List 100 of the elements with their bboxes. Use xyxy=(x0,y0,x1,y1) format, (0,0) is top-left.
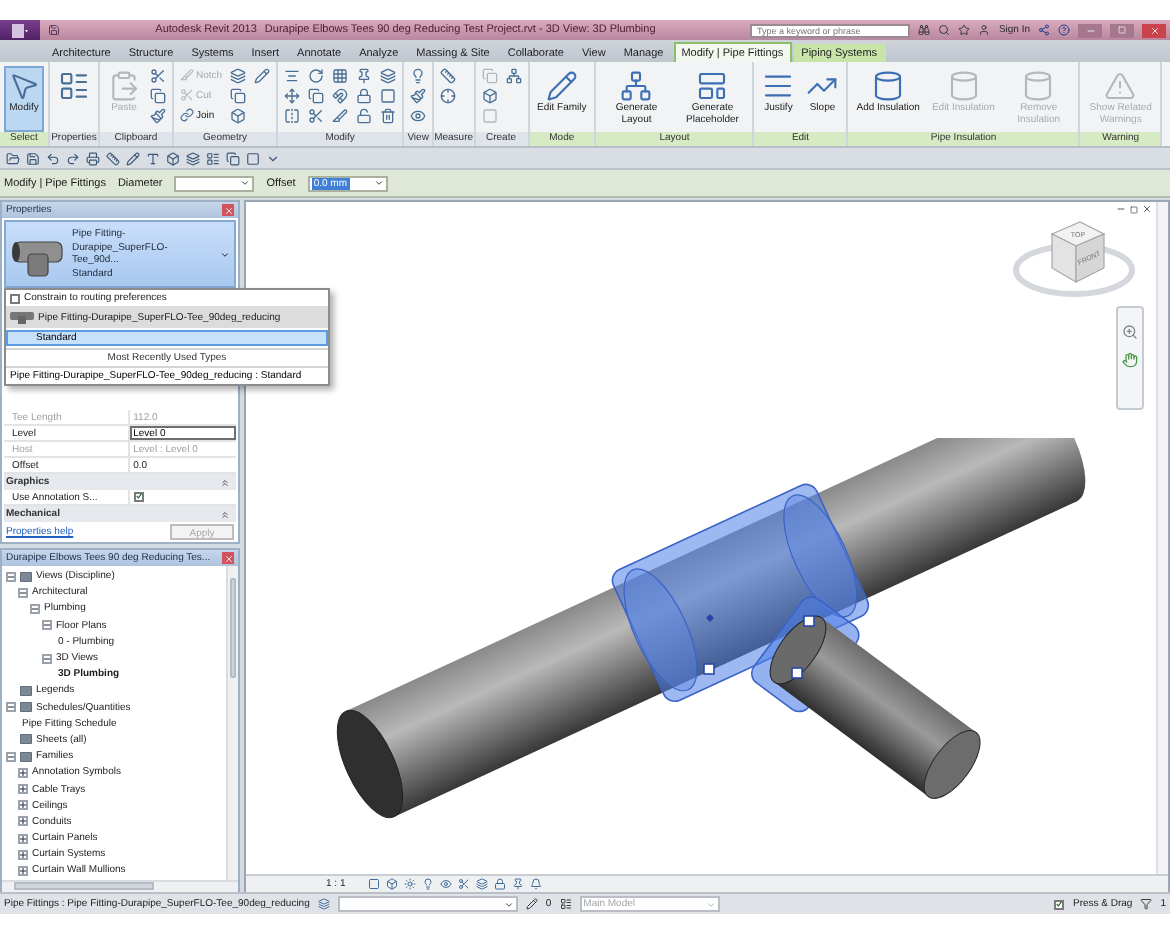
lightbulb-icon[interactable] xyxy=(408,66,429,84)
share-icon[interactable] xyxy=(1038,24,1051,36)
magnet-icon[interactable] xyxy=(330,86,351,104)
hand-icon[interactable] xyxy=(1122,352,1138,368)
sun-icon[interactable] xyxy=(403,877,416,890)
pencil-icon[interactable] xyxy=(525,898,538,910)
align-icon[interactable] xyxy=(282,66,303,84)
scissors-icon[interactable] xyxy=(148,66,168,84)
save-icon[interactable] xyxy=(48,24,60,36)
ruler-icon[interactable] xyxy=(438,66,459,84)
navigation-bar[interactable] xyxy=(1116,306,1144,410)
undo-icon[interactable] xyxy=(46,151,60,165)
mirror-icon[interactable] xyxy=(282,106,303,124)
restore-icon[interactable] xyxy=(1130,204,1138,214)
caret-icon xyxy=(373,178,384,188)
expand-toggle[interactable] xyxy=(18,833,28,844)
collapse-toggle[interactable] xyxy=(42,620,52,631)
cube-icon[interactable] xyxy=(479,86,500,104)
lock-icon[interactable] xyxy=(493,877,506,890)
move-icon[interactable] xyxy=(282,86,303,104)
link-icon xyxy=(180,108,194,122)
eye-icon[interactable] xyxy=(408,106,429,124)
copy-icon[interactable] xyxy=(226,151,240,165)
scrollbar[interactable] xyxy=(2,879,238,892)
square-icon[interactable] xyxy=(246,151,260,165)
lock-icon[interactable] xyxy=(354,86,375,104)
save-icon[interactable] xyxy=(26,151,40,165)
help-icon[interactable] xyxy=(1058,24,1071,36)
expand-toggle[interactable] xyxy=(18,800,28,811)
caret-icon[interactable] xyxy=(266,151,280,165)
properties-icon[interactable] xyxy=(206,151,220,165)
print-icon[interactable] xyxy=(86,151,100,165)
pin-icon[interactable] xyxy=(354,66,375,84)
paintbrush-icon[interactable] xyxy=(408,86,429,104)
redo-icon[interactable] xyxy=(66,151,80,165)
bell-icon[interactable] xyxy=(529,877,542,890)
copy-icon[interactable] xyxy=(306,86,327,104)
pencil-icon[interactable] xyxy=(126,151,140,165)
collapse-toggle[interactable] xyxy=(42,653,52,664)
expand-toggle[interactable] xyxy=(18,767,28,778)
collapse-toggle[interactable] xyxy=(6,751,16,762)
pin-icon[interactable] xyxy=(511,877,524,890)
crosshair-icon[interactable] xyxy=(438,86,459,104)
square-icon[interactable] xyxy=(378,86,399,104)
blade-icon[interactable] xyxy=(330,106,351,124)
paintbrush-icon[interactable] xyxy=(148,106,168,124)
unlock-icon[interactable] xyxy=(354,106,375,124)
layers-icon[interactable] xyxy=(378,66,399,84)
close-button[interactable] xyxy=(222,204,234,216)
search-icon[interactable] xyxy=(938,24,951,36)
cube-icon[interactable] xyxy=(228,106,249,124)
delete-icon[interactable] xyxy=(378,106,399,124)
zoom-icon[interactable] xyxy=(1122,324,1138,340)
application-menu-button[interactable] xyxy=(0,20,40,40)
layers-icon[interactable] xyxy=(475,877,488,890)
close-button[interactable] xyxy=(222,552,234,564)
workset-icon[interactable] xyxy=(317,898,330,910)
collapse-toggle[interactable] xyxy=(18,587,28,598)
checkbox[interactable] xyxy=(133,491,144,501)
filter-icon[interactable] xyxy=(1140,898,1153,910)
layers-icon[interactable] xyxy=(228,66,249,84)
star-icon[interactable] xyxy=(958,24,971,36)
copy-icon[interactable] xyxy=(228,86,249,104)
cube-icon[interactable] xyxy=(385,877,398,890)
grid-icon[interactable] xyxy=(330,66,351,84)
pencil-icon[interactable] xyxy=(252,66,273,84)
checkbox[interactable] xyxy=(10,293,20,303)
scissors-icon[interactable] xyxy=(457,877,470,890)
dropdown-field[interactable] xyxy=(174,175,255,191)
binoculars-icon[interactable] xyxy=(918,24,931,36)
design-options-icon[interactable] xyxy=(559,898,572,910)
collapse-toggle[interactable] xyxy=(6,571,16,582)
ruler-icon[interactable] xyxy=(106,151,120,165)
warning-icon xyxy=(1104,70,1137,102)
expand-toggle[interactable] xyxy=(18,816,28,827)
pipe-fitting-icon xyxy=(10,310,34,324)
scrollbar[interactable] xyxy=(1156,202,1168,874)
rotate-icon[interactable] xyxy=(306,66,327,84)
collapse-icon xyxy=(220,477,230,487)
caret-icon xyxy=(705,899,716,909)
cube-icon[interactable] xyxy=(166,151,180,165)
network-icon[interactable] xyxy=(503,66,524,84)
open-folder-icon[interactable] xyxy=(6,151,20,165)
expand-toggle[interactable] xyxy=(18,865,28,876)
expand-toggle[interactable] xyxy=(18,849,28,860)
collapse-toggle[interactable] xyxy=(6,702,16,713)
layers-icon[interactable] xyxy=(186,151,200,165)
lightbulb-icon[interactable] xyxy=(421,877,434,890)
minimize-icon xyxy=(1085,25,1096,35)
close-button[interactable] xyxy=(1142,23,1167,37)
scissors-icon[interactable] xyxy=(306,106,327,124)
collapse-toggle[interactable] xyxy=(30,603,40,614)
square-icon[interactable] xyxy=(367,877,380,890)
user-icon[interactable] xyxy=(978,24,991,36)
text-tool-icon[interactable] xyxy=(146,151,160,165)
eye-icon[interactable] xyxy=(439,877,452,890)
scrollbar[interactable] xyxy=(226,566,238,880)
expand-toggle[interactable] xyxy=(18,784,28,795)
checkbox[interactable] xyxy=(1054,899,1065,909)
copy-icon[interactable] xyxy=(148,86,168,104)
